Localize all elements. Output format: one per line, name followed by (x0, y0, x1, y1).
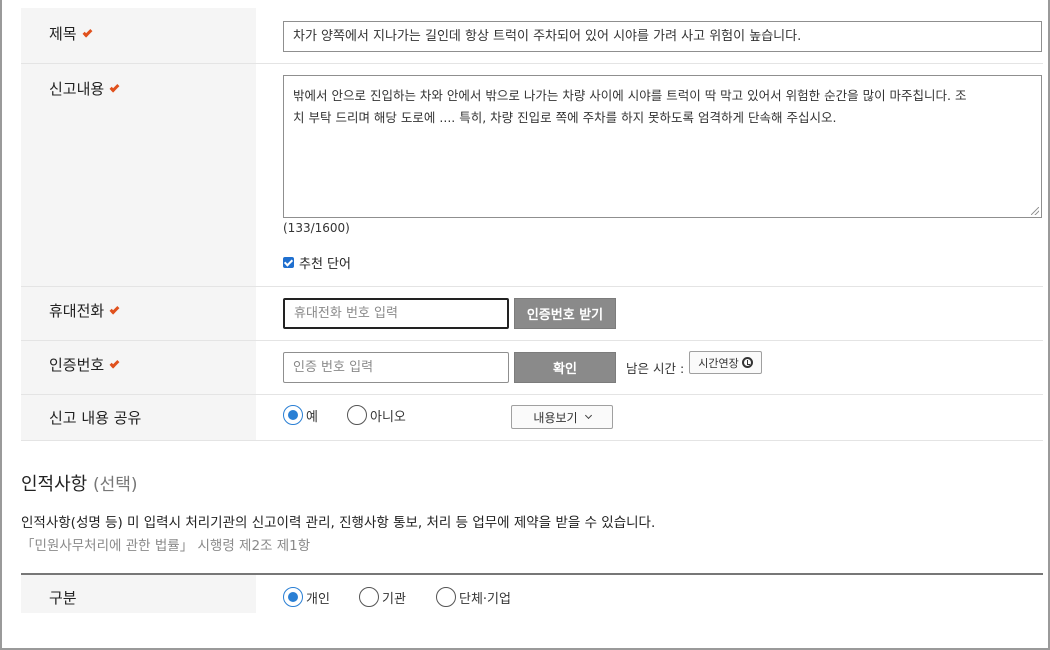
extend-time-button[interactable]: 시간연장 (689, 351, 762, 374)
recommend-checkbox[interactable]: 추천 단어 (283, 253, 351, 272)
request-code-button[interactable]: 인증번호 받기 (514, 298, 616, 329)
radio-unselected-icon[interactable] (347, 405, 367, 425)
view-content-button[interactable]: 내용보기 (511, 405, 613, 429)
checkbox-checked-icon[interactable] (283, 257, 294, 268)
phone-placeholder: 휴대전화 번호 입력 (294, 306, 398, 321)
label-cell: 인증번호 (21, 341, 256, 394)
category-individual-radio[interactable]: 개인 (283, 587, 330, 607)
share-row: 신고 내용 공유 예 아니오 내용보기 (21, 395, 1043, 441)
required-check-icon (109, 358, 120, 369)
label-cell: 신고내용 (21, 64, 256, 286)
content-textarea[interactable]: 밖에서 안으로 진입하는 차와 안에서 밖으로 나가는 차량 사이에 시야를 트… (283, 75, 1042, 218)
content-line-2: 치 부탁 드리며 해당 도로에 .... 특히, 차량 진입로 쪽에 주차를 하… (293, 110, 837, 125)
confirm-button[interactable]: 확인 (514, 352, 616, 383)
radio-unselected-icon[interactable] (359, 587, 379, 607)
share-label: 신고 내용 공유 (49, 409, 142, 427)
extend-label: 시간연장 (698, 356, 739, 370)
remaining-time-label: 남은 시간 : (626, 361, 685, 376)
title-input[interactable]: 차가 양쪽에서 지나가는 길인데 항상 트럭이 주차되어 있어 시야를 가려 사… (283, 21, 1042, 52)
share-no-radio[interactable]: 아니오 (347, 405, 406, 425)
title-row: 제목 차가 양쪽에서 지나가는 길인데 항상 트럭이 주차되어 있어 시야를 가… (21, 8, 1043, 64)
phone-label: 휴대전화 (49, 300, 120, 321)
label-cell: 구분 (21, 575, 256, 613)
section-title-sub: (선택) (92, 475, 138, 495)
category-row: 구분 개인 기관 단체·기업 (21, 573, 1043, 613)
category-org-label: 단체·기업 (459, 591, 511, 607)
section-law-reference: 「민원사무처리에 관한 법률」 시행령 제2조 제1항 (21, 538, 311, 554)
verify-code-input[interactable]: 인증 번호 입력 (283, 352, 509, 383)
clock-icon (741, 357, 753, 368)
category-institution-radio[interactable]: 기관 (359, 587, 406, 607)
category-org-radio[interactable]: 단체·기업 (436, 587, 511, 607)
radio-unselected-icon[interactable] (436, 587, 456, 607)
label-cell: 휴대전화 (21, 287, 256, 340)
share-yes-radio[interactable]: 예 (283, 405, 318, 425)
required-check-icon (82, 27, 93, 38)
content-label: 신고내용 (49, 78, 120, 99)
section-title-main: 인적사항 (21, 474, 88, 495)
verify-placeholder: 인증 번호 입력 (293, 360, 374, 375)
title-label: 제목 (49, 23, 93, 44)
phone-input[interactable]: 휴대전화 번호 입력 (283, 298, 509, 329)
view-content-label: 내용보기 (533, 410, 578, 425)
required-check-icon (109, 304, 120, 315)
content-line-1: 밖에서 안으로 진입하는 차와 안에서 밖으로 나가는 차량 사이에 시야를 트… (293, 88, 967, 103)
category-institution-label: 기관 (382, 591, 406, 607)
category-individual-label: 개인 (306, 591, 330, 607)
resize-handle[interactable] (1031, 207, 1039, 215)
verify-label: 인증번호 (49, 354, 120, 375)
content-row: 신고내용 밖에서 안으로 진입하는 차와 안에서 밖으로 나가는 차량 사이에 … (21, 64, 1043, 287)
phone-row: 휴대전화 휴대전화 번호 입력 인증번호 받기 (21, 287, 1043, 341)
radio-selected-icon[interactable] (283, 587, 303, 607)
category-label: 구분 (49, 589, 77, 607)
share-yes-label: 예 (306, 409, 318, 425)
recommend-label: 추천 단어 (299, 257, 351, 272)
label-cell: 제목 (21, 8, 256, 63)
share-no-label: 아니오 (370, 409, 406, 425)
label-cell: 신고 내용 공유 (21, 395, 256, 440)
required-check-icon (109, 82, 120, 93)
section-title: 인적사항 (선택) (21, 470, 138, 496)
radio-selected-icon[interactable] (283, 405, 303, 425)
char-counter: (133/1600) (283, 221, 350, 235)
chevron-down-icon (584, 411, 592, 420)
section-description: 인적사항(성명 등) 미 입력시 처리기관의 신고이력 관리, 진행사항 통보,… (21, 515, 656, 531)
verify-row: 인증번호 인증 번호 입력 확인 남은 시간 : 시간연장 (21, 341, 1043, 395)
